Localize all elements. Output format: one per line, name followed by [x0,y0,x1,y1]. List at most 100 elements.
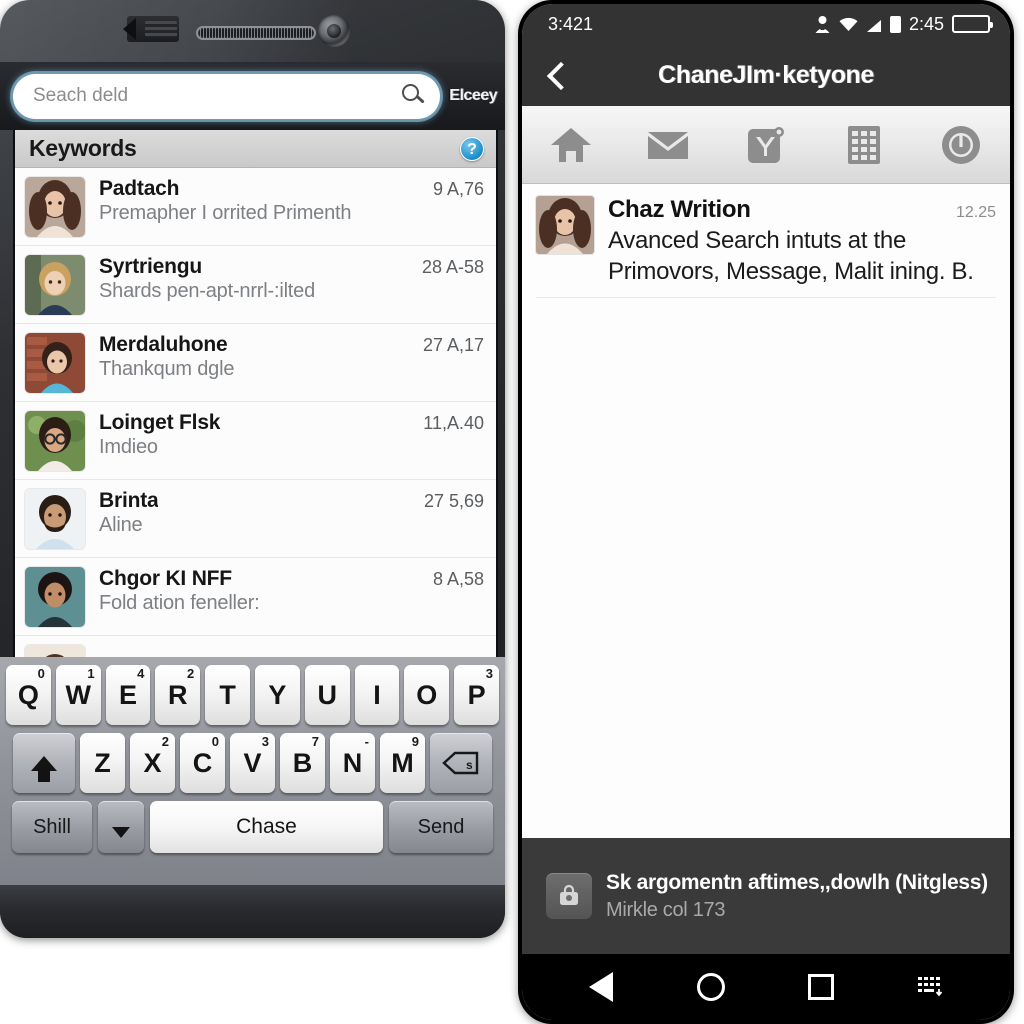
message-timestamp: 12.25 [955,204,996,221]
key-i-label: I [373,679,381,710]
key-t-label: T [219,679,236,710]
nav-back-button[interactable] [578,967,624,1007]
key-y[interactable]: Y [255,665,300,725]
shill-button[interactable]: Shill [12,801,92,853]
key-w[interactable]: 1W [55,665,101,725]
tab-mail[interactable] [640,121,696,169]
avatar [536,196,594,254]
key-y-label: Y [268,679,287,710]
list-item-body: Padtach 9 A,76 Premapher I orrited Prime… [99,175,484,225]
tab-power[interactable] [933,121,989,169]
footer-title: Sk argomentn aftimes,,dowlh (Nitgless) [606,871,988,895]
search-box[interactable] [13,73,441,119]
avatar [25,567,85,627]
key-b[interactable]: 7B [280,733,325,793]
key-i[interactable]: I [354,665,400,725]
key-x-label: X [143,747,162,778]
key-n[interactable]: -N [330,733,375,793]
nav-recents-button[interactable] [798,967,844,1007]
list-item-meta: 9 A,76 [432,179,484,199]
list-item-name: Merdaluhone [99,333,228,356]
help-icon[interactable]: ? [460,136,484,161]
tab-yahoo[interactable] [738,121,794,169]
message-sender-name: Chaz Writion [608,196,751,223]
left-phone-device: Elceey Keywords ? [0,0,505,938]
list-item-name: Brinta [99,489,159,512]
key-q[interactable]: 0Q [6,665,51,725]
key-z[interactable]: Z [80,733,125,793]
keyboard-dropdown-button[interactable] [98,801,144,853]
key-b-label: B [292,747,313,778]
key-e[interactable]: 4E [105,665,151,725]
key-u-label: U [317,679,337,710]
list-item-body: Loinget Flsk 11,A.40 Imdieo [99,409,484,459]
key-o[interactable]: O [404,665,450,725]
proximity-sensor-icon [123,16,179,42]
tab-keypad[interactable] [836,121,892,169]
key-m[interactable]: 9M [380,733,425,793]
avatar [25,489,85,549]
send-button[interactable]: Send [389,801,493,853]
list-item-body [99,643,484,645]
key-m-label: M [391,747,414,778]
keyboard-row-1: 0Q 1W 4E 2R T Y U I O 3P [6,665,499,725]
key-u[interactable]: U [304,665,350,725]
list-item-meta: 27 A,17 [422,335,484,355]
navigation-bar [522,954,1010,1020]
backspace-key[interactable]: s [430,733,492,793]
list-item[interactable]: Merdaluhone 27 A,17 Thankqum dgle [15,324,496,402]
home-circle-icon [697,973,725,1001]
nav-keyboard-hide-button[interactable] [908,967,954,1007]
status-time-left: 3:421 [548,13,594,34]
nav-home-button[interactable] [688,967,734,1007]
search-input[interactable] [33,85,403,107]
list-item-subtitle: Shards pen-apt-nrrl-:ilted [99,280,316,302]
tab-bar [522,106,1010,184]
list-item-subtitle: Imdieo [99,436,158,458]
list-item[interactable] [15,636,496,657]
list-item-subtitle: Aline [99,514,143,536]
key-r[interactable]: 2R [155,665,201,725]
list-item[interactable]: Chaz Writion 12.25 Avanced Search intuts… [522,184,1010,297]
list-item-name: Chgor KI NFF [99,567,232,590]
message-list: Chaz Writion 12.25 Avanced Search intuts… [522,184,1010,838]
virtual-keyboard: 0Q 1W 4E 2R T Y U I O 3P Z 2X 0C 3V 7B -… [0,657,505,885]
yahoo-y-badge-icon [747,126,784,163]
caret-down-icon [112,826,130,838]
list-item-body: Chgor KI NFF 8 A,58 Fold ation feneller: [99,565,484,615]
key-x[interactable]: 2X [130,733,175,793]
back-arrow-icon[interactable] [542,60,572,90]
key-t[interactable]: T [205,665,250,725]
search-icon[interactable] [402,84,426,108]
search-right-label[interactable]: Elceey [449,87,497,105]
list-item-body: Brinta 27 5,69 Aline [99,487,484,537]
list-item[interactable]: Brinta 27 5,69 Aline [15,480,496,558]
page-title: Keywords [29,135,137,161]
page-title: ChaneJIm·ketyone [658,60,874,89]
right-phone-screen: 3:421 2:45 ChaneJIm·ketyone Chaz Writion… [522,4,1010,1020]
recents-square-icon [808,974,834,1000]
list-item[interactable]: Syrtriengu 28 A-58 Shards pen-apt-nrrl-:… [15,246,496,324]
key-p[interactable]: 3P [454,665,499,725]
keywords-section-header: Keywords ? [15,130,496,168]
key-c-label: C [192,747,213,778]
list-item[interactable]: Chgor KI NFF 8 A,58 Fold ation feneller: [15,558,496,636]
tab-home[interactable] [543,121,599,169]
space-chase-button[interactable]: Chase [150,801,383,853]
list-item-name: Syrtriengu [99,255,203,278]
footer-banner[interactable]: Sk argomentn aftimes,,dowlh (Nitgless) M… [522,838,1010,954]
key-c[interactable]: 0C [180,733,225,793]
earpiece-speaker-grille [196,26,316,40]
key-v[interactable]: 3V [230,733,275,793]
list-item[interactable]: Padtach 9 A,76 Premapher I orrited Prime… [15,168,496,246]
search-bar-strip: Elceey [0,62,505,130]
avatar [25,411,85,471]
list-item[interactable]: Loinget Flsk 11,A.40 Imdieo [15,402,496,480]
right-phone-device: 3:421 2:45 ChaneJIm·ketyone Chaz Writion… [518,0,1014,1024]
shift-key[interactable] [13,733,75,793]
keyboard-row-3: Shill Chase Send [6,801,499,853]
list-item-body: Syrtriengu 28 A-58 Shards pen-apt-nrrl-:… [99,253,484,303]
back-triangle-icon [589,972,613,1002]
footer-subtitle: Mirkle col 173 [606,898,726,921]
key-m-superscript: 9 [411,734,419,749]
